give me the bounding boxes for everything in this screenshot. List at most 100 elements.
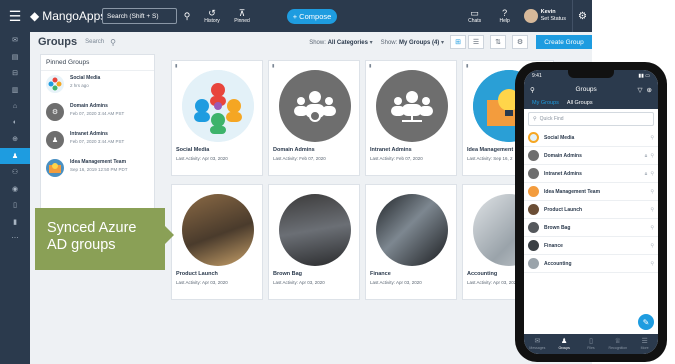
grid-view-icon[interactable]: ⊞ [450, 35, 466, 49]
rail-network-icon[interactable]: ◉ [0, 181, 30, 198]
list-item[interactable]: Domain Admins 🔒︎ ⚲ [524, 147, 658, 165]
help-button[interactable]: ? Help [492, 8, 518, 24]
rail-home-icon[interactable]: ⌂ [0, 98, 30, 115]
people-network-icon [376, 70, 448, 142]
settings-icon[interactable]: ⚙ [512, 35, 528, 49]
create-group-button[interactable]: Create Group [536, 35, 592, 49]
files-icon: ▯ [589, 338, 593, 345]
groups-icon: ♟ [561, 338, 568, 345]
list-item[interactable]: Finance ⚲ [524, 237, 658, 255]
social-media-avatar [182, 70, 254, 142]
list-item[interactable]: Brown Bag ⚲ [524, 219, 658, 237]
rail-more-icon[interactable]: ⋯ [0, 230, 30, 247]
add-icon[interactable]: ⊕ [647, 86, 652, 94]
phone-notch [568, 70, 614, 78]
lightbulb-icon [46, 159, 64, 177]
rail-file-icon[interactable]: ▯ [0, 197, 30, 214]
category-filter[interactable]: Show: All Categories ▾ [309, 39, 372, 46]
search-icon[interactable]: ⚲ [110, 38, 116, 47]
rail-globe-icon[interactable]: ◐ [0, 115, 30, 132]
nav-groups[interactable]: ♟ Groups [551, 334, 578, 354]
product-launch-photo [182, 194, 254, 266]
quick-find-placeholder: Quick Find [539, 116, 564, 122]
pin-icon[interactable]: ⚲ [650, 207, 654, 213]
menu-icon[interactable]: ☰ [0, 0, 30, 32]
phone-header: ⚲ Groups ▽ ⊕ [524, 82, 658, 97]
more-icon: ☰ [641, 338, 648, 345]
group-card[interactable]: Brown Bag Last Activity: Apr 03, 2020 [268, 184, 360, 300]
list-item[interactable]: Idea Management Team ⚲ [524, 183, 658, 201]
nav-more[interactable]: ☰ More [631, 334, 658, 354]
rail-docs-icon[interactable]: ▮ [0, 214, 30, 231]
finance-avatar [528, 240, 539, 251]
rail-lock-icon[interactable]: ⊕ [0, 131, 30, 148]
pin-icon: ▮ [175, 63, 178, 68]
nav-label: Recognition [608, 346, 628, 350]
group-card[interactable]: ▮ Domain Admins Last Activity: Feb 07, 2… [268, 60, 360, 176]
chats-button[interactable]: ▭ Chats [462, 8, 488, 24]
rail-groups-icon[interactable]: ♟ [0, 147, 30, 164]
synced-azure-callout: Synced Azure AD groups [35, 208, 174, 270]
global-search-input[interactable]: Search (Shift + S) [102, 8, 177, 24]
groups-filter[interactable]: Show: My Groups (4) ▾ [381, 39, 444, 46]
show-label: Show: [380, 39, 398, 46]
groups-filter-value: My Groups (4) [398, 39, 440, 46]
pin-icon[interactable]: ⚲ [650, 153, 654, 159]
pin-icon[interactable]: ⚲ [650, 171, 654, 177]
phone-bottom-nav: ✉ Messages ♟ Groups ▯ Files ♕ Recognition ☰ M… [524, 334, 658, 354]
list-item[interactable]: Intranet Admins 🔒︎ ⚲ [524, 165, 658, 183]
rail-people-icon[interactable]: ⚇ [0, 164, 30, 181]
gear-icon[interactable]: ⚙ [572, 0, 592, 32]
quick-find-input[interactable]: ⚲ Quick Find [528, 112, 654, 126]
help-label: Help [499, 18, 510, 24]
list-item[interactable]: Product Launch ⚲ [524, 201, 658, 219]
rail-tasks-icon[interactable]: ▥ [0, 82, 30, 99]
nav-files[interactable]: ▯ Files [578, 334, 605, 354]
history-label: History [204, 18, 220, 24]
pinned-item[interactable]: ⚙ Domain Admins Feb 07, 2020 3:44 AM PST [41, 99, 154, 127]
pin-icon[interactable]: ⚲ [650, 261, 654, 267]
nav-messages[interactable]: ✉ Messages [524, 334, 551, 354]
tab-all-groups[interactable]: All Groups [567, 100, 593, 106]
pinned-item[interactable]: Idea Management Team Sep 16, 2019 12:50 … [41, 155, 154, 183]
pinned-item-time: 2 hrs ago [70, 83, 89, 88]
card-title: Domain Admins [273, 147, 315, 153]
tab-my-groups[interactable]: My Groups [532, 100, 559, 106]
group-card[interactable]: ▮ Intranet Admins Last Activity: Feb 07,… [365, 60, 457, 176]
card-title: Finance [370, 271, 391, 277]
card-title: Social Media [176, 147, 210, 153]
group-card[interactable]: Product Launch Last Activity: Apr 03, 20… [171, 184, 263, 300]
brown-bag-photo [279, 194, 351, 266]
group-card[interactable]: ▮ Social Media Last Activity: Apr 03, 20… [171, 60, 263, 176]
list-view-icon[interactable]: ☰ [468, 35, 484, 49]
pin-icon[interactable]: ⚲ [650, 225, 654, 231]
pinned-item-time: Sep 16, 2019 12:50 PM PDT [70, 167, 128, 172]
sort-icon[interactable]: ⇅ [490, 35, 506, 49]
list-item[interactable]: Social Media ⚲ [524, 129, 658, 147]
history-button[interactable]: ↺ History [199, 8, 225, 24]
filter-icon[interactable]: ▽ [638, 86, 643, 94]
rail-inbox-icon[interactable]: ⊟ [0, 65, 30, 82]
finance-photo [376, 194, 448, 266]
pinned-item[interactable]: Social Media 2 hrs ago [41, 71, 154, 99]
edit-fab-button[interactable]: ✎ [638, 314, 654, 330]
pinned-item[interactable]: ♟ Intranet Admins Feb 07, 2020 3:44 AM P… [41, 127, 154, 155]
card-activity: Last Activity: Apr 03, 2020 [273, 280, 325, 285]
brand-logo[interactable]: ◆ MangoApps [30, 9, 106, 23]
rail-feed-icon[interactable]: ▤ [0, 49, 30, 66]
card-activity: Last Activity: Sep 16, 2 [467, 156, 513, 161]
compose-button[interactable]: + Compose [287, 8, 337, 24]
card-title: Brown Bag [273, 271, 303, 277]
search-icon[interactable]: ⚲ [179, 8, 195, 24]
group-search-label[interactable]: Search [85, 39, 104, 45]
nav-recognition[interactable]: ♕ Recognition [604, 334, 631, 354]
group-card[interactable]: Finance Last Activity: Apr 03, 2020 [365, 184, 457, 300]
pin-icon[interactable]: ⚲ [650, 189, 654, 195]
user-menu[interactable]: Kevin Set Status [523, 9, 566, 23]
rail-messages-icon[interactable]: ✉ [0, 32, 30, 49]
pin-icon[interactable]: ⚲ [650, 135, 654, 141]
list-item[interactable]: Accounting ⚲ [524, 255, 658, 273]
trophy-icon: ♕ [614, 338, 621, 345]
pinned-button[interactable]: ⊼ Pinned [229, 8, 255, 24]
pin-icon[interactable]: ⚲ [650, 243, 654, 249]
